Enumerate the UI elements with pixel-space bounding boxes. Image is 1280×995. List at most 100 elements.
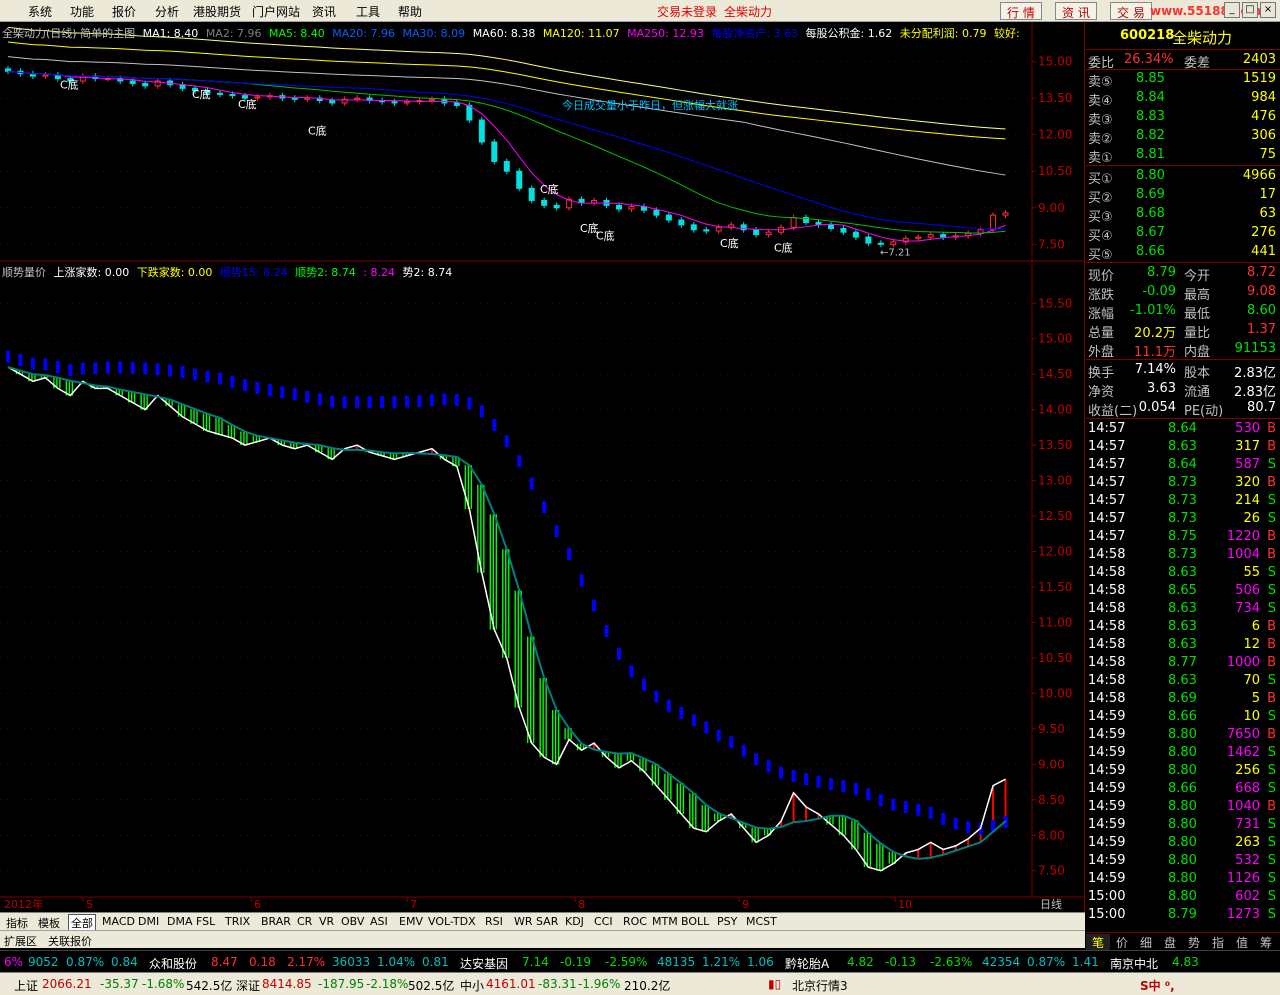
tick-price: 8.80	[1168, 799, 1197, 814]
indicator-tab-dmi[interactable]: DMI	[136, 915, 161, 928]
slow-trend-bar	[554, 525, 559, 538]
tick-price: 8.80	[1168, 871, 1197, 886]
zx-label: 中小	[460, 979, 485, 993]
ext-tab-extension[interactable]: 扩展区	[4, 933, 37, 949]
tick-volume: 26	[1243, 511, 1260, 526]
buy-volume: 17	[1259, 187, 1276, 202]
ext-tab-related[interactable]: 关联报价	[48, 933, 92, 949]
indicator-tab-psy[interactable]: PSY	[715, 915, 739, 928]
news-button[interactable]: 资 讯	[1055, 2, 1097, 20]
candle-body	[428, 98, 435, 102]
slow-trend-bar	[417, 395, 422, 408]
detail-tab[interactable]: 笔	[1086, 934, 1110, 951]
c-bottom-marker: C底	[540, 182, 559, 196]
slow-trend-bar	[18, 354, 23, 367]
tick-time: 14:58	[1088, 547, 1126, 562]
slow-trend-bar	[704, 721, 709, 734]
detail-tab[interactable]: 盘	[1158, 934, 1182, 951]
candle-body	[528, 187, 535, 201]
menu-help[interactable]: 帮助	[398, 3, 422, 20]
candle-body	[877, 242, 884, 245]
tick-volume: 1000	[1226, 655, 1260, 670]
ime-icon[interactable]: S中 ⁰,	[1140, 977, 1175, 994]
indicator-tab-macd[interactable]: MACD	[100, 915, 137, 928]
quote-button[interactable]: 行 情	[1000, 2, 1042, 20]
menu-hk-futures[interactable]: 港股期货	[193, 3, 241, 20]
sh-index[interactable]: 2066.21	[42, 977, 92, 991]
indicator-tab-kdj[interactable]: KDJ	[563, 915, 586, 928]
indicator-tab-模板[interactable]: 模板	[36, 915, 62, 931]
slow-trend-bar	[504, 435, 509, 448]
indicator-tab-emv[interactable]: EMV	[397, 915, 425, 928]
detail-tab[interactable]: 筹	[1254, 934, 1278, 951]
tick-volume: 7650	[1226, 727, 1260, 742]
chart-area[interactable]: 15.00 13.50 12.00 10.50 9.00 7.50 15.50 15.00 14…	[0, 22, 1085, 912]
indicator-tab-vr[interactable]: VR	[317, 915, 336, 928]
menu-system[interactable]: 系统	[28, 3, 52, 20]
sell-volume: 1519	[1242, 71, 1276, 86]
indicator-tab-brar[interactable]: BRAR	[259, 915, 293, 928]
indicator-tab-wr[interactable]: WR	[512, 915, 535, 928]
trade-button[interactable]: 交 易	[1110, 2, 1152, 20]
tick-volume: 530	[1235, 421, 1260, 436]
indicator-tab-rsi[interactable]: RSI	[483, 915, 505, 928]
close-icon[interactable]: ×	[1260, 2, 1276, 18]
detail-tab[interactable]: 细	[1134, 934, 1158, 951]
ticker-item: 1.41	[1072, 955, 1099, 969]
indicator-tab-cr[interactable]: CR	[295, 915, 314, 928]
tick-side: S	[1267, 493, 1276, 508]
menu-function[interactable]: 功能	[70, 3, 94, 20]
indicator-tab-fsl[interactable]: FSL	[194, 915, 217, 928]
detail-tab[interactable]: 值	[1230, 934, 1254, 951]
indicator-tab-asi[interactable]: ASI	[368, 915, 390, 928]
stat-value: 8.72	[1247, 265, 1276, 280]
zx-index[interactable]: 4161.01	[486, 977, 536, 991]
sz-index[interactable]: 8414.85	[262, 977, 312, 991]
main-chart-title: 全柴动力(日线) 简单的主图	[2, 27, 136, 40]
indicator-tab-sar[interactable]: SAR	[534, 915, 560, 928]
indicator-tab-trix[interactable]: TRIX	[223, 915, 252, 928]
sell-price: 8.85	[1136, 71, 1165, 86]
minimize-icon[interactable]: _	[1224, 2, 1240, 18]
sell-price: 8.83	[1136, 109, 1165, 124]
indicator-tab-roc[interactable]: ROC	[621, 915, 649, 928]
indicator-tab-mcst[interactable]: MCST	[744, 915, 779, 928]
sub-axis-label: 14.50	[1038, 367, 1072, 381]
indicator-tab-vol-tdx[interactable]: VOL-TDX	[426, 915, 478, 928]
candle-body	[678, 219, 685, 226]
menu-portal[interactable]: 门户网站	[252, 3, 300, 20]
undistributed-value: 未分配利润: 0.79	[899, 27, 987, 40]
tick-side: S	[1267, 673, 1276, 688]
trend3-value: : 8.24	[363, 266, 396, 279]
slow-trend-bar	[130, 361, 135, 374]
slow-trend-bar	[6, 350, 10, 363]
menu-news[interactable]: 资讯	[312, 3, 336, 20]
indicator-tab-mtm[interactable]: MTM	[650, 915, 680, 928]
tick-time: 14:58	[1088, 673, 1126, 688]
tick-price: 8.80	[1168, 835, 1197, 850]
tick-price: 8.73	[1168, 493, 1197, 508]
quote-panel: 600218 全柴动力 委比 26.34% 委差 2403 卖⑤ 8.85 1519 卖④ 8.…	[1086, 22, 1280, 932]
slow-trend-bar	[529, 477, 534, 490]
detail-tab[interactable]: 指	[1206, 934, 1230, 951]
indicator-tab-指标[interactable]: 指标	[4, 915, 30, 931]
c-bottom-marker: C底	[774, 241, 793, 255]
indicator-tab-boll[interactable]: BOLL	[679, 915, 711, 928]
slow-trend-bar	[467, 397, 472, 410]
detail-tab[interactable]: 价	[1110, 934, 1134, 951]
extension-bar: 扩展区 关联报价	[0, 930, 1085, 948]
ticker-item: 南京中北	[1110, 957, 1159, 971]
menu-analysis[interactable]: 分析	[155, 3, 179, 20]
indicator-tab-cci[interactable]: CCI	[592, 915, 615, 928]
kline-chart[interactable]: 15.00 13.50 12.00 10.50 9.00 7.50 15.50 15.00 14…	[0, 22, 1085, 912]
ma-line-ma20	[7, 70, 1006, 234]
slow-trend-bar	[68, 364, 73, 377]
detail-tab[interactable]: 势	[1182, 934, 1206, 951]
up-count: 上涨家数: 0.00	[53, 266, 130, 279]
tick-row: 14:58 8.63 734 S	[1086, 600, 1280, 618]
menu-tools[interactable]: 工具	[356, 3, 380, 20]
restore-icon[interactable]: □	[1242, 2, 1258, 18]
indicator-tab-dma[interactable]: DMA	[165, 915, 195, 928]
indicator-tab-obv[interactable]: OBV	[339, 915, 366, 928]
menu-quote[interactable]: 报价	[112, 3, 136, 20]
